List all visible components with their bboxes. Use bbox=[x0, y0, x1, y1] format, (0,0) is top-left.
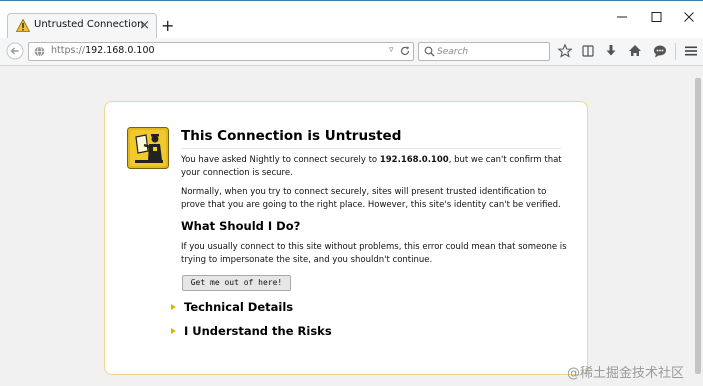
url-bar[interactable]: https://192.168.0.100 ▿ bbox=[28, 42, 414, 61]
navigation-bar: https://192.168.0.100 ▿ bbox=[0, 38, 703, 66]
what-should-i-do-heading: What Should I Do? bbox=[181, 219, 301, 233]
history-dropdown-icon[interactable]: ▿ bbox=[389, 45, 394, 55]
search-input[interactable] bbox=[437, 44, 547, 59]
tab-untrusted-connection[interactable]: Untrusted Connection × bbox=[7, 13, 157, 39]
understand-risks-expander[interactable]: I Understand the Risks bbox=[171, 324, 332, 338]
technical-details-expander[interactable]: Technical Details bbox=[171, 300, 293, 314]
warning-icon bbox=[16, 19, 30, 32]
certificate-error-icon bbox=[127, 127, 169, 169]
menu-hamburger-icon[interactable] bbox=[683, 43, 699, 59]
advice-text: If you usually connect to this site with… bbox=[181, 242, 567, 265]
toolbar-divider bbox=[675, 43, 676, 60]
intro-text-start: You have asked Nightly to connect secure… bbox=[181, 155, 380, 165]
page-title: This Connection is Untrusted bbox=[181, 128, 402, 144]
page-content: This Connection is Untrusted You have as… bbox=[0, 66, 693, 386]
vertical-scrollbar[interactable] bbox=[693, 66, 703, 386]
technical-details-label: Technical Details bbox=[184, 300, 294, 314]
search-icon bbox=[424, 46, 435, 57]
minimize-icon[interactable] bbox=[610, 7, 634, 27]
expand-arrow-icon bbox=[171, 328, 176, 334]
tab-title: Untrusted Connection bbox=[34, 19, 144, 30]
title-divider bbox=[181, 148, 561, 149]
get-me-out-button[interactable]: Get me out of here! bbox=[182, 275, 291, 291]
maximize-icon[interactable] bbox=[644, 7, 668, 27]
error-container: This Connection is Untrusted You have as… bbox=[104, 101, 588, 375]
error-explanation-text: Normally, when you try to connect secure… bbox=[181, 187, 561, 210]
title-bar: Untrusted Connection × + bbox=[0, 0, 703, 39]
url-text: https://192.168.0.100 bbox=[51, 45, 155, 56]
download-icon[interactable] bbox=[603, 43, 619, 59]
url-protocol: https:// bbox=[51, 45, 86, 56]
back-arrow-icon[interactable] bbox=[6, 42, 24, 60]
reading-list-icon[interactable] bbox=[580, 43, 596, 59]
expand-arrow-icon bbox=[171, 304, 176, 310]
understand-risks-label: I Understand the Risks bbox=[184, 324, 332, 338]
bookmark-star-icon[interactable] bbox=[557, 43, 573, 59]
intro-host: 192.168.0.100 bbox=[379, 155, 449, 165]
watermark: @稀土掘金技术社区 bbox=[567, 366, 685, 381]
close-window-icon[interactable] bbox=[677, 7, 701, 27]
scrollbar-thumb[interactable] bbox=[695, 78, 701, 374]
new-tab-button[interactable]: + bbox=[161, 18, 174, 34]
globe-icon bbox=[34, 46, 45, 57]
url-host: 192.168.0.100 bbox=[85, 45, 155, 56]
home-icon[interactable] bbox=[627, 43, 643, 59]
close-tab-icon[interactable]: × bbox=[139, 17, 150, 35]
search-bar[interactable] bbox=[418, 42, 550, 61]
error-intro-text: You have asked Nightly to connect secure… bbox=[181, 154, 571, 179]
chat-icon[interactable] bbox=[652, 43, 668, 59]
reload-icon[interactable] bbox=[399, 45, 411, 57]
